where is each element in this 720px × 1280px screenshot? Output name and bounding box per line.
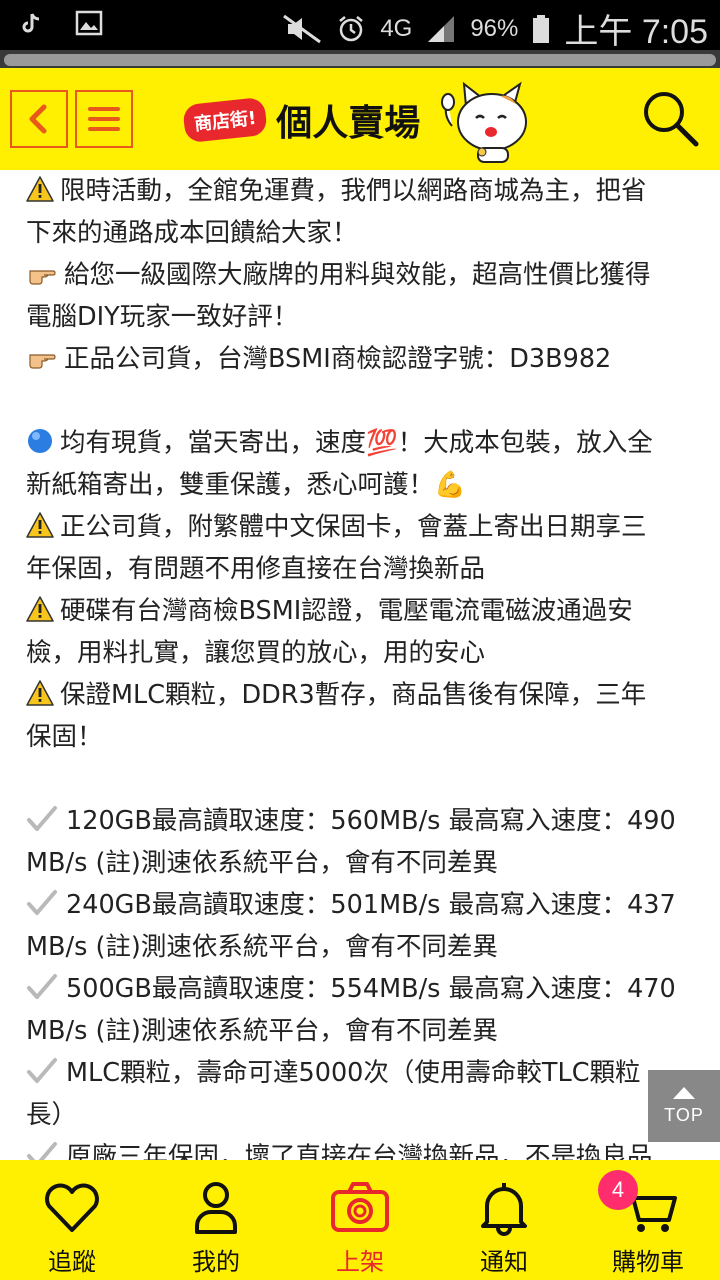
check-icon	[27, 1058, 57, 1083]
chevron-left-icon	[29, 104, 47, 134]
tiktok-icon	[22, 13, 40, 33]
arrow-up-icon	[673, 1086, 695, 1099]
bottom-nav: 追蹤 我的 上架 通知 4 購物車	[0, 1160, 720, 1280]
brand-logo[interactable]: 商店街! 個人賣場	[182, 90, 421, 150]
description-line: MLC顆粒，壽命可達5000次（使用壽命較TLC顆粒	[26, 1052, 694, 1094]
warning-icon	[26, 680, 54, 706]
pointing-hand-icon	[29, 270, 56, 285]
description-line: 均有現貨，當天寄出，速度💯！大成本包裝，放入全	[26, 422, 694, 464]
description-line: 正品公司貨，台灣BSMI商檢認證字號：D3B982	[26, 338, 694, 380]
description-line: 正公司貨，附繁體中文保固卡，會蓋上寄出日期享三	[26, 506, 694, 548]
description-text: 電腦DIY玩家一致好評！	[26, 302, 299, 332]
description-line: 原廠三年保固，壞了直接在台灣換新品，不是換良品	[26, 1136, 694, 1160]
cart-count-badge: 4	[598, 1170, 638, 1210]
product-description: 限時活動，全館免運費，我們以網路商城為主，把省下來的通路成本回饋給大家！ 給您一級…	[0, 170, 720, 1160]
gallery-icon	[75, 10, 103, 36]
network-type: 4G	[380, 14, 413, 42]
description-text: 正公司貨，附繁體中文保固卡，會蓋上寄出日期享三	[60, 512, 647, 542]
description-text: 限時活動，全館免運費，我們以網路商城為主，把省	[60, 176, 647, 206]
description-line: 保證MLC顆粒，DDR3暫存，商品售後有保障，三年	[26, 674, 694, 716]
description-text: MB/s (註)測速依系統平台，會有不同差異	[26, 848, 498, 878]
description-line: 保固！	[26, 716, 694, 758]
description-text: 硬碟有台灣商檢BSMI認證，電壓電流電磁波通過安	[60, 596, 633, 626]
back-button[interactable]	[10, 90, 68, 148]
description-line: 檢，用料扎實，讓您買的放心，用的安心	[26, 632, 694, 674]
description-line: 限時活動，全館免運費，我們以網路商城為主，把省	[26, 170, 694, 212]
warning-icon	[26, 596, 54, 622]
nav-item-cart[interactable]: 4 購物車	[576, 1160, 720, 1280]
camera-icon	[331, 1182, 389, 1232]
description-text: 檢，用料扎實，讓您買的放心，用的安心	[26, 638, 486, 668]
check-icon	[27, 806, 57, 831]
description-text: 新紙箱寄出，雙重保護，悉心呵護！💪	[26, 470, 466, 500]
battery-icon	[533, 14, 550, 43]
description-text: MB/s (註)測速依系統平台，會有不同差異	[26, 1016, 498, 1046]
cat-mascot-icon	[441, 81, 527, 163]
description-text: 年保固，有問題不用修直接在台灣換新品	[26, 554, 486, 584]
description-line: 120GB最高讀取速度：560MB/s 最高寫入速度：490	[26, 800, 694, 842]
description-text: 保固！	[26, 722, 103, 752]
brand-badge: 商店街!	[182, 96, 268, 144]
description-line: 240GB最高讀取速度：501MB/s 最高寫入速度：437	[26, 884, 694, 926]
description-line: 硬碟有台灣商檢BSMI認證，電壓電流電磁波通過安	[26, 590, 694, 632]
nav-label-notify: 通知	[480, 1248, 528, 1276]
signal-icon	[428, 15, 455, 42]
check-icon	[27, 890, 57, 915]
nav-item-notify[interactable]: 通知	[432, 1160, 576, 1280]
check-icon	[27, 1142, 57, 1160]
bell-icon	[481, 1183, 527, 1236]
nav-item-mine[interactable]: 我的	[144, 1160, 288, 1280]
progress-strip	[0, 50, 720, 68]
description-line: 給您一級國際大廠牌的用料與效能，超高性價比獲得	[26, 254, 694, 296]
description-line: 下來的通路成本回饋給大家！	[26, 212, 694, 254]
mute-icon	[283, 14, 322, 43]
description-line: 電腦DIY玩家一致好評！	[26, 296, 694, 338]
description-line: 500GB最高讀取速度：554MB/s 最高寫入速度：470	[26, 968, 694, 1010]
nav-label-track: 追蹤	[48, 1248, 96, 1276]
nav-label-mine: 我的	[192, 1248, 240, 1276]
description-text: 500GB最高讀取速度：554MB/s 最高寫入速度：470	[66, 974, 676, 1004]
check-icon	[27, 974, 57, 999]
description-line: MB/s (註)測速依系統平台，會有不同差異	[26, 926, 694, 968]
heart-icon	[45, 1183, 99, 1232]
nav-item-list[interactable]: 上架	[288, 1160, 432, 1280]
nav-label-list: 上架	[336, 1248, 384, 1276]
status-bar: 4G 96% 上午 7:05	[0, 0, 720, 51]
description-line: MB/s (註)測速依系統平台，會有不同差異	[26, 842, 694, 884]
description-text: 下來的通路成本回饋給大家！	[26, 218, 358, 248]
pointing-hand-icon	[29, 354, 56, 369]
description-text: MLC顆粒，壽命可達5000次（使用壽命較TLC顆粒	[66, 1058, 641, 1088]
description-text: MB/s (註)測速依系統平台，會有不同差異	[26, 932, 498, 962]
scroll-top-button[interactable]: TOP	[648, 1070, 720, 1142]
description-line: MB/s (註)測速依系統平台，會有不同差異	[26, 1010, 694, 1052]
description-text: 120GB最高讀取速度：560MB/s 最高寫入速度：490	[66, 806, 676, 836]
search-icon[interactable]	[638, 86, 702, 150]
description-line: 新紙箱寄出，雙重保護，悉心呵護！💪	[26, 464, 694, 506]
description-text: 給您一級國際大廠牌的用料與效能，超高性價比獲得	[64, 260, 651, 290]
app-header: 商店街! 個人賣場	[0, 68, 720, 170]
blue-circle-icon	[28, 429, 52, 453]
page-title: 個人賣場	[276, 103, 421, 144]
description-text: 正品公司貨，台灣BSMI商檢認證字號：D3B982	[64, 344, 612, 374]
description-text: 240GB最高讀取速度：501MB/s 最高寫入速度：437	[66, 890, 676, 920]
description-text: 原廠三年保固，壞了直接在台灣換新品，不是換良品	[66, 1142, 653, 1160]
description-line: 年保固，有問題不用修直接在台灣換新品	[26, 548, 694, 590]
scroll-top-label: TOP	[664, 1104, 704, 1125]
battery-level: 96%	[470, 14, 519, 42]
description-text: 長）	[26, 1100, 78, 1130]
description-text: 均有現貨，當天寄出，速度💯！大成本包裝，放入全	[60, 428, 653, 458]
clock: 上午 7:05	[564, 13, 708, 51]
description-line: 長）	[26, 1094, 694, 1136]
user-icon	[195, 1182, 237, 1234]
hamburger-icon	[88, 107, 120, 131]
description-text: 保證MLC顆粒，DDR3暫存，商品售後有保障，三年	[60, 680, 647, 710]
menu-button[interactable]	[75, 90, 133, 148]
warning-icon	[26, 512, 54, 538]
nav-item-track[interactable]: 追蹤	[0, 1160, 144, 1280]
alarm-icon	[339, 15, 364, 41]
warning-icon	[26, 176, 54, 202]
nav-label-cart: 購物車	[612, 1248, 684, 1276]
